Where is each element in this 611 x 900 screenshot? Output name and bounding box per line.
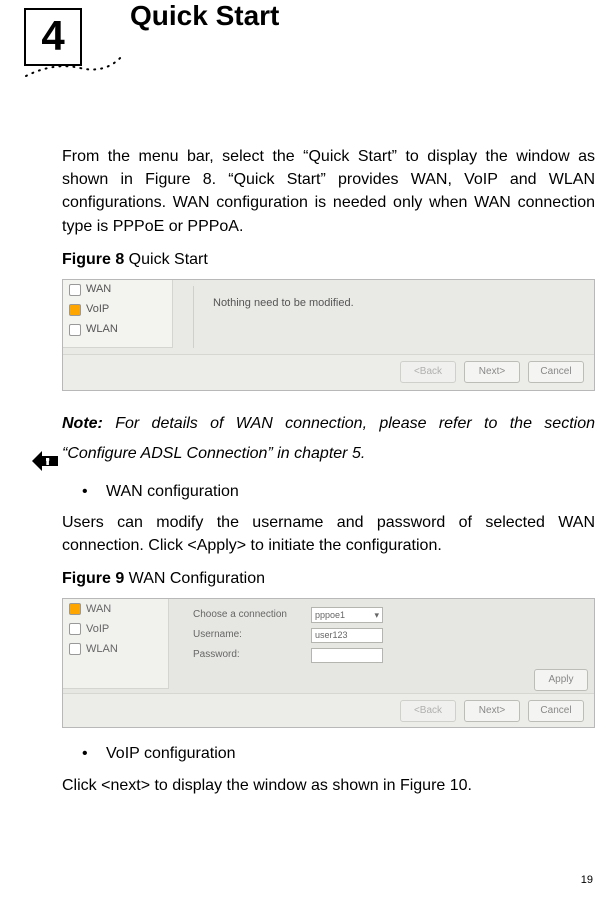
sidebar-item-label: WAN (86, 602, 111, 618)
note-paragraph: Note: For details of WAN connection, ple… (62, 409, 595, 470)
square-icon (69, 324, 81, 336)
info-icon (30, 448, 60, 474)
sidebar-item-label: VoIP (86, 622, 109, 638)
list-item[interactable]: VoIP (63, 619, 168, 639)
next-button[interactable]: Next> (464, 700, 520, 722)
back-button[interactable]: <Back (400, 361, 456, 383)
sidebar-item-label: WLAN (86, 322, 118, 338)
list-item[interactable]: WAN (63, 599, 168, 619)
password-field[interactable] (311, 648, 383, 663)
apply-button[interactable]: Apply (534, 669, 588, 691)
figure-8-sidebar: WAN VoIP WLAN (63, 280, 173, 348)
page-number: 19 (581, 874, 593, 886)
select-value: pppoe1 (315, 609, 345, 622)
chapter-header: 4 Quick Start (24, 0, 593, 90)
sidebar-item-label: WLAN (86, 642, 118, 658)
figure-8: WAN VoIP WLAN Nothing need to be modifie… (62, 279, 595, 391)
intro-paragraph: From the menu bar, select the “Quick Sta… (62, 145, 595, 238)
bullet-voip-config: • VoIP configuration (82, 742, 595, 765)
square-icon (69, 623, 81, 635)
figure-8-message: Nothing need to be modified. (213, 296, 354, 312)
wan-paragraph: Users can modify the username and passwo… (62, 511, 595, 557)
figure-9-form: Choose a connection pppoe1 ▾ Username: u… (193, 605, 584, 665)
username-field[interactable]: user123 (311, 628, 383, 643)
bullet-dot-icon: • (82, 480, 106, 503)
figure-8-button-bar: <Back Next> Cancel (63, 354, 594, 390)
figure-8-label: Figure 8 Quick Start (62, 248, 595, 271)
chapter-title: Quick Start (130, 0, 279, 32)
figure-9-label: Figure 9 WAN Configuration (62, 567, 595, 590)
square-icon (69, 603, 81, 615)
chapter-number: 4 (24, 8, 82, 66)
square-icon (69, 304, 81, 316)
figure-8-label-bold: Figure 8 (62, 251, 124, 268)
choose-connection-select[interactable]: pppoe1 ▾ (311, 607, 383, 623)
square-icon (69, 643, 81, 655)
list-item[interactable]: VoIP (63, 300, 172, 320)
figure-9-button-bar: <Back Next> Cancel (63, 693, 594, 727)
note-body: For details of WAN connection, please re… (62, 415, 595, 462)
divider (193, 286, 194, 348)
chevron-down-icon: ▾ (374, 609, 379, 622)
sidebar-item-label: WAN (86, 282, 111, 298)
bullet-label: VoIP configuration (106, 742, 236, 765)
next-button[interactable]: Next> (464, 361, 520, 383)
note-prefix: Note: (62, 415, 103, 432)
back-button[interactable]: <Back (400, 700, 456, 722)
bullet-wan-config: • WAN configuration (82, 480, 595, 503)
password-label: Password: (193, 648, 305, 663)
figure-9: WAN VoIP WLAN Choose a connection pppoe1… (62, 598, 595, 728)
voip-paragraph: Click <next> to display the window as sh… (62, 774, 595, 797)
figure-9-label-bold: Figure 9 (62, 570, 124, 587)
cancel-button[interactable]: Cancel (528, 700, 584, 722)
figure-9-label-rest: WAN Configuration (124, 570, 265, 587)
square-icon (69, 284, 81, 296)
username-label: Username: (193, 628, 305, 643)
list-item[interactable]: WLAN (63, 320, 172, 340)
cancel-button[interactable]: Cancel (528, 361, 584, 383)
sidebar-item-label: VoIP (86, 302, 109, 318)
bullet-label: WAN configuration (106, 480, 239, 503)
list-item[interactable]: WAN (63, 280, 172, 300)
bullet-dot-icon: • (82, 742, 106, 765)
list-item[interactable]: WLAN (63, 639, 168, 659)
figure-9-sidebar: WAN VoIP WLAN (63, 599, 169, 689)
choose-connection-label: Choose a connection (193, 608, 305, 623)
figure-8-label-rest: Quick Start (124, 251, 208, 268)
